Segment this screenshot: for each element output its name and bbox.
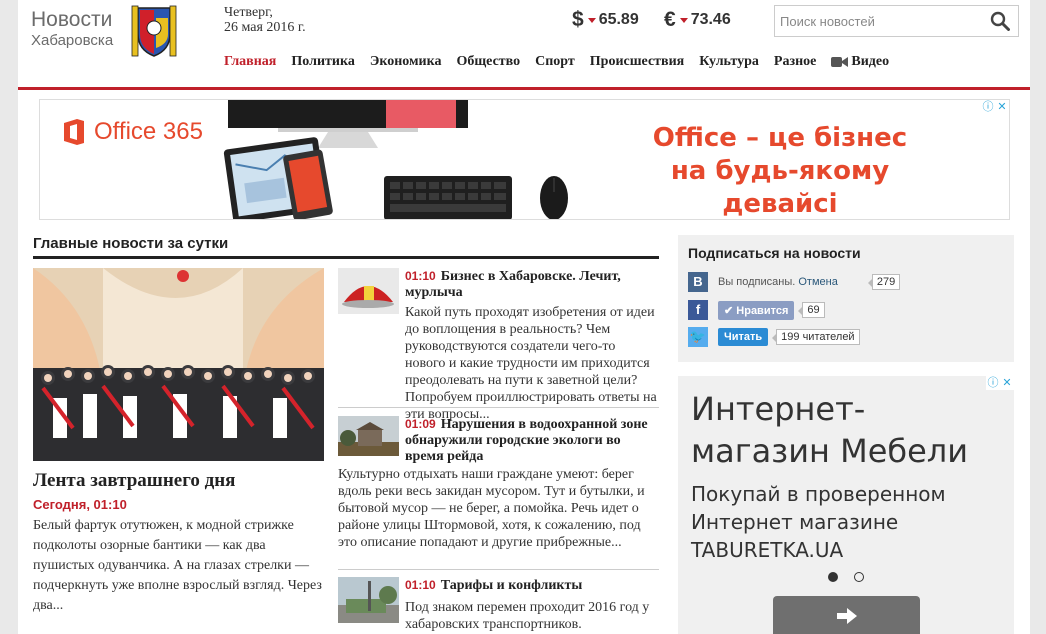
news-thumbnail — [338, 268, 399, 314]
usd-value: 65.89 — [598, 11, 639, 28]
logo-line-2: Хабаровска — [31, 32, 114, 49]
news-headline: 01:09 Нарушения в водоохранной зоне обнар… — [405, 417, 648, 464]
top-banner-ad[interactable]: Office 365 Office – це бізнес на будь-як… — [39, 99, 1010, 220]
twitter-count: 199 читателей — [772, 329, 860, 345]
usd-rate: $ 65.89 — [572, 8, 639, 32]
nav-item-economy[interactable]: Экономика — [370, 54, 442, 70]
nav-item-video[interactable]: Видео — [831, 54, 889, 70]
fb-count: 69 — [798, 302, 825, 318]
news-text: Какой путь проходят изобретения от идеи … — [405, 305, 657, 422]
page: Новости Хабаровска Четверг, 26 мая 2016 … — [18, 0, 1030, 634]
news-text: Культурно отдыхать наши граждане умеют: … — [338, 467, 645, 550]
section-title: Главные новости за сутки — [33, 235, 659, 259]
nav-item-sport[interactable]: Спорт — [535, 54, 575, 70]
current-date: Четверг, 26 мая 2016 г. — [224, 5, 306, 35]
news-thumbnail — [338, 577, 399, 623]
devices-illustration — [223, 100, 568, 219]
main-nav: Главная Политика Экономика Общество Спор… — [224, 54, 904, 70]
main-news-lead: Белый фартук отутюжен, к модной стрижке … — [33, 518, 322, 613]
nav-item-home[interactable]: Главная — [224, 54, 276, 70]
ad-info-icon[interactable]: ⓘ — [981, 100, 995, 114]
news-time: 01:09 — [405, 417, 436, 431]
news-time: 01:10 — [405, 269, 436, 283]
news-divider — [338, 407, 659, 408]
sidebar-ad[interactable]: Интернет-магазин Мебели Покупай в провер… — [678, 376, 1014, 634]
vk-cancel-link[interactable]: Отмена — [798, 276, 837, 288]
ad-info-icon[interactable]: ⓘ — [986, 376, 1000, 390]
main-news-time: Сегодня, 01:10 — [33, 497, 127, 512]
news-headline: 01:10 Тарифы и конфликты — [405, 578, 583, 593]
twitter-follow-button[interactable]: Читать — [718, 328, 769, 346]
ad-slogan: Office – це бізнес на будь-якому девайсі — [652, 123, 908, 219]
ad-choices: ⓘ ✕ — [986, 376, 1014, 390]
fb-like-button[interactable]: ✔ Нравится — [718, 300, 795, 320]
news-headline: 01:10 Бизнес в Хабаровске. Лечит, мурлыча — [405, 269, 621, 300]
city-coat-of-arms-icon[interactable] — [130, 4, 178, 58]
rate-down-arrow-icon — [587, 17, 596, 23]
eur-value: 73.46 — [690, 11, 731, 28]
ad-headline: Интернет-магазин Мебели — [691, 390, 969, 470]
office-365-brand: Office 365 — [62, 118, 203, 146]
news-text: Под знаком перемен проходит 2016 год у х… — [405, 600, 650, 632]
ad-carousel-dots — [828, 572, 880, 582]
usd-symbol: $ — [572, 8, 584, 31]
news-time: 01:10 — [405, 578, 436, 592]
search-icon[interactable] — [990, 11, 1010, 31]
site-logo-text[interactable]: Новости Хабаровска — [31, 8, 113, 50]
subscribe-title: Подписаться на новости — [688, 245, 861, 261]
twitter-row: 🐦 Читать 199 читателей — [688, 327, 860, 347]
fb-row: f ✔ Нравится 69 — [688, 300, 825, 320]
facebook-icon[interactable]: f — [688, 300, 708, 320]
ad-go-button[interactable] — [773, 596, 920, 634]
ad-choices: ⓘ ✕ — [981, 100, 1009, 114]
nav-item-misc[interactable]: Разное — [774, 54, 816, 70]
subscribe-widget: Подписаться на новости B Вы подписаны. О… — [678, 235, 1014, 362]
news-thumbnail — [338, 416, 399, 456]
vk-row: B Вы подписаны. Отмена 279 — [688, 272, 901, 292]
main-news-title[interactable]: Лента завтрашнего дня — [33, 470, 235, 492]
carousel-dot[interactable] — [854, 572, 864, 582]
nav-item-incidents[interactable]: Происшествия — [590, 54, 684, 70]
office-brand-text: Office 365 — [94, 118, 203, 145]
vk-count: 279 — [867, 274, 901, 290]
carousel-dot-active[interactable] — [828, 572, 838, 582]
logo-line-1: Новости — [31, 8, 113, 31]
eur-rate: € 73.46 — [664, 8, 731, 32]
nav-item-culture[interactable]: Культура — [699, 54, 759, 70]
vk-icon[interactable]: B — [688, 272, 708, 292]
news-divider — [338, 569, 659, 570]
nav-item-video-label: Видео — [851, 54, 890, 69]
ad-text: Покупай в проверенном Интернет магазине … — [691, 482, 946, 562]
rate-down-arrow-icon — [679, 17, 688, 23]
search-input[interactable] — [775, 6, 975, 36]
header-divider — [18, 87, 1030, 90]
nav-item-society[interactable]: Общество — [456, 54, 520, 70]
arrow-right-icon — [836, 608, 857, 624]
vk-status: Вы подписаны. — [718, 276, 796, 288]
office-logo-icon — [64, 119, 84, 145]
video-camera-icon — [831, 57, 849, 67]
ad-close-icon[interactable]: ✕ — [995, 100, 1009, 114]
main-news-photo[interactable] — [33, 268, 324, 461]
twitter-icon[interactable]: 🐦 — [688, 327, 708, 347]
nav-item-politics[interactable]: Политика — [291, 54, 354, 70]
eur-symbol: € — [664, 8, 676, 31]
search-box — [774, 5, 1019, 37]
ad-close-icon[interactable]: ✕ — [1000, 376, 1014, 390]
